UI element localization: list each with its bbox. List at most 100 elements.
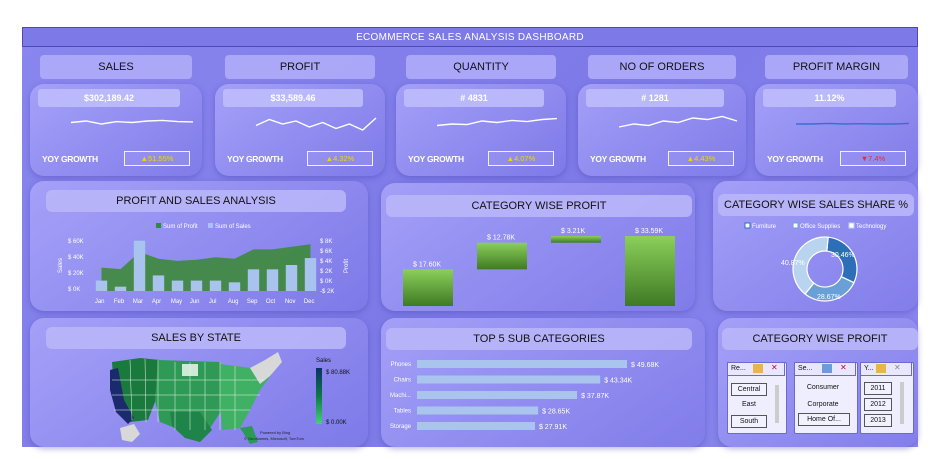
slicer-item-south[interactable]: South [731, 415, 767, 428]
y-tick-label: $ 20K [68, 271, 84, 277]
slicer-title: CATEGORY WISE PROFIT [722, 328, 918, 350]
donut-label-furniture: 30.46% [831, 252, 855, 259]
x-tick-label: Jul [209, 299, 217, 305]
state-title: SALES BY STATE [46, 327, 346, 349]
top5-value-label: $ 27.91K [539, 424, 567, 431]
y-tick-label: $ 0K [68, 287, 80, 293]
top5-value-label: $ 43.34K [604, 378, 632, 385]
sparkline-path [436, 117, 558, 127]
kpi-value: $302,189.42 [38, 89, 180, 107]
x-tick-label: Dec [304, 299, 315, 305]
clear-filter-icon[interactable]: ✕ [840, 363, 847, 372]
category-share-title: CATEGORY WISE SALES SHARE % [718, 194, 914, 216]
sparkline-path [796, 122, 910, 125]
category-profit-label: $ 3.21K [561, 228, 585, 235]
yoy-label: YOY GROWTH [408, 154, 464, 164]
legend-swatch [848, 222, 855, 229]
slicer-item-2011[interactable]: 2011 [864, 382, 892, 395]
donut-label-technology: 40.87% [781, 260, 805, 267]
x-tick-label: Apr [152, 299, 161, 305]
year-slicer-label: Y... [864, 365, 874, 372]
slicer-icon[interactable] [876, 364, 886, 373]
yoy-badge: ▲4.32% [307, 151, 373, 166]
kpi-sparkline [70, 119, 194, 125]
sales-bar [247, 269, 260, 291]
top5-value-label: $ 49.68K [631, 362, 659, 369]
top5-bar [417, 406, 539, 415]
clear-filter-icon[interactable]: ✕ [771, 363, 778, 372]
legend-sales: Sum of Sales [215, 224, 251, 230]
slicer-item-2013[interactable]: 2013 [864, 414, 892, 427]
category-share-donut[interactable]: Furniture Office Supplies Technology 30.46%… [713, 217, 918, 311]
legend-label: Technology [856, 224, 886, 230]
top5-category-label: Chairs [394, 378, 411, 384]
top5-category-label: Storage [390, 424, 412, 430]
sales-bar [114, 286, 127, 291]
y-tick-label: $ 60K [68, 239, 84, 245]
kpi-value: $33,589.46 [223, 89, 363, 107]
yoy-label: YOY GROWTH [42, 154, 98, 164]
top5-bar [417, 375, 601, 384]
yoy-label: YOY GROWTH [227, 154, 283, 164]
profit-sales-title: PROFIT AND SALES ANALYSIS [46, 190, 346, 212]
yoy-badge: ▲4.07% [488, 151, 554, 166]
y2-axis-label: Profit [344, 259, 350, 273]
legend-profit-swatch [156, 223, 161, 228]
region-slicer-label: Re... [731, 365, 746, 372]
legend-label: Office Supplies [800, 224, 840, 230]
slicer-item-consumer[interactable]: Consumer [798, 384, 848, 391]
sales-bar [133, 240, 146, 291]
category-profit-title: CATEGORY WISE PROFIT [386, 195, 692, 217]
region-scrollbar[interactable] [775, 385, 779, 423]
slicer-item-2012[interactable]: 2012 [864, 398, 892, 411]
top5-value-label: $ 37.87K [581, 393, 609, 400]
yoy-label: YOY GROWTH [590, 154, 646, 164]
sales-bar [171, 280, 184, 291]
donut-slice [826, 236, 858, 284]
slicer-item-central[interactable]: Central [731, 383, 767, 396]
top5-category-label: Machi... [390, 393, 411, 399]
profit-sales-chart[interactable]: Sum of Profit Sum of Sales $ 60K $ 40K $ 20K… [30, 215, 368, 310]
category-profit-bar [477, 242, 527, 270]
x-tick-label: Oct [266, 299, 276, 305]
slicer-item-corporate[interactable]: Corporate [798, 401, 848, 408]
sparkline-path [618, 115, 738, 128]
yoy-badge: ▲4.43% [668, 151, 734, 166]
yoy-value: ▼7.4% [860, 154, 886, 163]
slicer-icon[interactable] [753, 364, 763, 373]
legend-swatch [792, 222, 799, 229]
year-slicer-header[interactable]: Y... [860, 362, 912, 376]
year-scrollbar[interactable] [900, 382, 904, 424]
state-legend-title: Sales [316, 358, 332, 364]
legend-profit: Sum of Profit [163, 224, 198, 230]
kpi-label: NO OF ORDERS [588, 55, 736, 79]
us-map-florida [240, 426, 258, 444]
state-legend-min: $ 0.00K [326, 420, 347, 426]
category-profit-chart[interactable]: $ 17.60K $ 12.78K $ 3.21K $ 33.59K [381, 220, 695, 310]
kpi-value: # 1281 [586, 89, 724, 107]
top5-bar [417, 360, 627, 368]
segment-slicer-label: Se... [798, 365, 813, 372]
us-map[interactable] [100, 350, 330, 445]
state-legend-gradient [316, 368, 322, 424]
top5-chart[interactable]: Phones $ 49.68K Chairs $ 43.34K Machi... $ 37… [381, 352, 705, 442]
clear-filter-icon[interactable]: ✕ [894, 363, 901, 372]
top5-bar [417, 422, 535, 430]
y2-tick-label: -$ 2K [320, 289, 334, 295]
slicer-item-home-office[interactable]: Home Of... [798, 413, 850, 426]
slicer-item-east[interactable]: East [731, 401, 767, 408]
x-tick-label: Mar [133, 299, 143, 305]
legend-sales-swatch [208, 223, 213, 228]
kpi-label: QUANTITY [406, 55, 556, 79]
kpi-value: 11.12% [763, 89, 896, 107]
yoy-label: YOY GROWTH [767, 154, 823, 164]
sales-bar [228, 282, 241, 291]
profit-area [101, 244, 311, 291]
y2-tick-label: $ 0K [320, 279, 332, 285]
sales-bar [209, 280, 222, 291]
kpi-label: PROFIT MARGIN [765, 55, 908, 79]
x-tick-label: Jun [190, 299, 200, 305]
sales-bar [304, 258, 317, 291]
x-tick-label: Jan [95, 299, 105, 305]
slicer-icon[interactable] [822, 364, 832, 373]
